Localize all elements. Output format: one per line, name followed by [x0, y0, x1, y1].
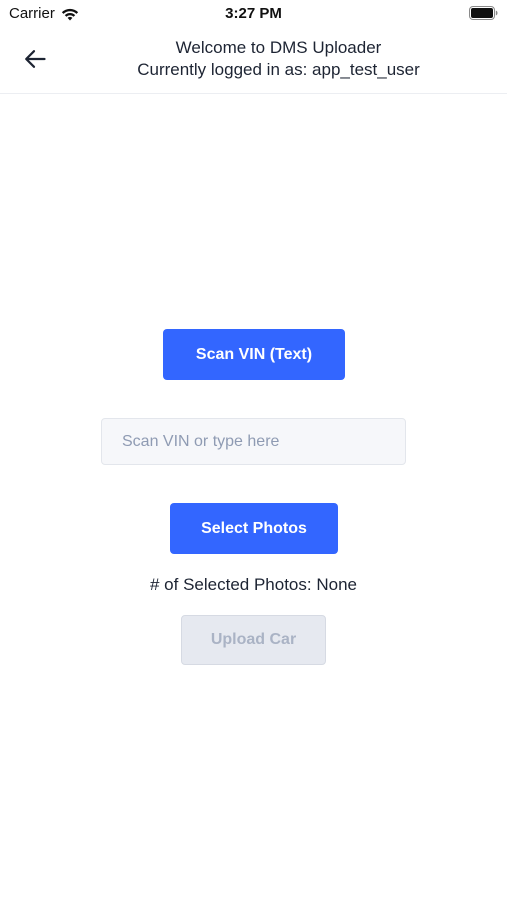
- page-title: Welcome to DMS Uploader Currently logged…: [60, 37, 497, 81]
- welcome-title: Welcome to DMS Uploader: [175, 38, 382, 57]
- logged-in-user-text: Currently logged in as: app_test_user: [137, 60, 420, 79]
- arrow-left-icon: [23, 48, 47, 75]
- select-photos-button[interactable]: Select Photos: [170, 503, 338, 554]
- upload-car-button[interactable]: Upload Car: [181, 615, 326, 665]
- back-button[interactable]: [18, 46, 52, 76]
- status-time: 3:27 PM: [225, 5, 282, 22]
- app-screen: Carrier 3:27 PM Welcome to DMS Uploader …: [0, 0, 507, 900]
- status-bar: Carrier 3:27 PM: [0, 0, 507, 28]
- selected-photos-count: # of Selected Photos: None: [150, 575, 357, 594]
- vin-input[interactable]: [101, 418, 406, 465]
- scan-vin-button[interactable]: Scan VIN (Text): [163, 329, 345, 380]
- app-header: Welcome to DMS Uploader Currently logged…: [0, 28, 507, 94]
- battery-icon: [469, 6, 498, 20]
